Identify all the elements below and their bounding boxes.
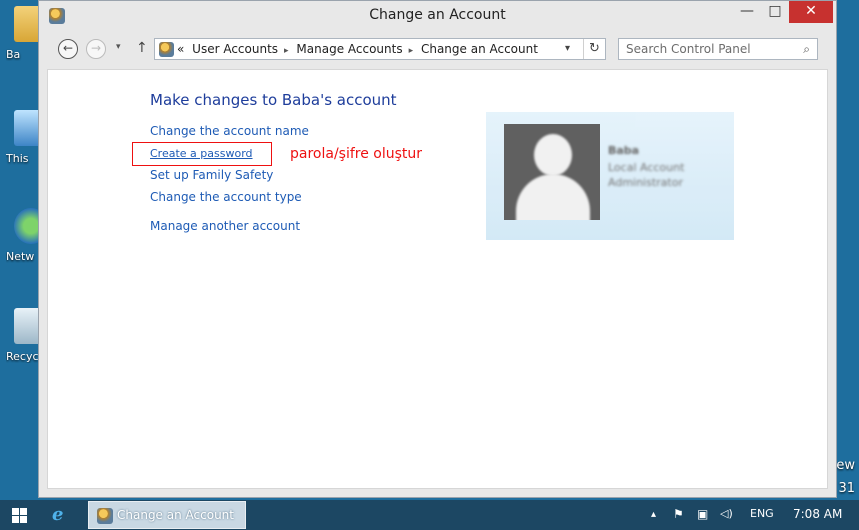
content-pane: Make changes to Baba's account Change th…: [47, 69, 828, 489]
maximize-button[interactable]: □: [761, 1, 789, 23]
show-hidden-icons-button[interactable]: ▴: [651, 509, 656, 520]
search-input[interactable]: Search Control Panel ⌕: [618, 38, 818, 60]
page-title: Make changes to Baba's account: [150, 91, 397, 109]
refresh-button[interactable]: ↻: [583, 39, 600, 59]
close-button[interactable]: ✕: [789, 1, 833, 23]
navigation-bar: ← → ▾ ↑ « User Accounts ▸ Manage Accounts…: [46, 35, 829, 63]
highlight-box: [132, 142, 272, 166]
account-name: Baba: [608, 144, 640, 157]
breadcrumb-separator[interactable]: ▸: [284, 46, 289, 56]
breadcrumb-user-accounts[interactable]: User Accounts: [192, 42, 278, 56]
taskbar-item-label: Change an Account: [117, 508, 234, 522]
input-language-indicator[interactable]: ENG: [750, 507, 774, 520]
breadcrumb: « User Accounts ▸ Manage Accounts ▸ Change…: [177, 39, 542, 61]
desktop-text-fragment: 31: [838, 481, 855, 496]
forward-button[interactable]: →: [86, 39, 106, 59]
user-accounts-icon: [97, 508, 113, 524]
annotation-text: parola/şifre oluştur: [290, 146, 423, 162]
volume-icon[interactable]: ◁): [720, 507, 733, 520]
desktop-text-fragment: ew: [836, 458, 855, 473]
search-placeholder: Search Control Panel: [626, 42, 751, 56]
start-button[interactable]: [12, 508, 27, 523]
breadcrumb-change-account[interactable]: Change an Account: [421, 42, 538, 56]
account-type-label: Local Account: [608, 161, 685, 174]
manage-another-account-link[interactable]: Manage another account: [150, 219, 300, 233]
family-safety-link[interactable]: Set up Family Safety: [150, 168, 273, 182]
recent-locations-dropdown[interactable]: ▾: [116, 42, 121, 52]
breadcrumb-manage-accounts[interactable]: Manage Accounts: [296, 42, 402, 56]
back-button[interactable]: ←: [58, 39, 78, 59]
title-bar[interactable]: Change an Account — □ ✕: [39, 1, 836, 31]
action-center-flag-icon[interactable]: ⚑: [673, 507, 684, 521]
breadcrumb-overflow[interactable]: «: [177, 42, 184, 56]
clock[interactable]: 7:08 AM: [793, 507, 842, 521]
network-icon[interactable]: ▣: [697, 507, 708, 521]
account-privilege-label: Administrator: [608, 176, 683, 189]
control-panel-icon: [159, 42, 174, 57]
account-role: Local Account Administrator: [608, 160, 684, 190]
breadcrumb-separator[interactable]: ▸: [409, 46, 414, 56]
search-icon[interactable]: ⌕: [803, 39, 810, 59]
window-title: Change an Account: [369, 7, 506, 23]
change-account-name-link[interactable]: Change the account name: [150, 124, 309, 138]
address-dropdown-button[interactable]: ▾: [565, 39, 570, 59]
change-account-type-link[interactable]: Change the account type: [150, 190, 302, 204]
user-avatar-icon: [504, 124, 600, 220]
taskbar-item-change-account[interactable]: Change an Account: [88, 501, 246, 529]
address-bar[interactable]: « User Accounts ▸ Manage Accounts ▸ Change…: [154, 38, 606, 60]
change-account-window: Change an Account — □ ✕ ← → ▾ ↑ « User A…: [38, 0, 837, 498]
account-tile: Baba Local Account Administrator: [486, 112, 734, 240]
minimize-button[interactable]: —: [733, 1, 761, 23]
internet-explorer-icon[interactable]: e: [52, 504, 63, 525]
up-button[interactable]: ↑: [136, 40, 148, 56]
taskbar: e Change an Account ▴ ⚑ ▣ ◁) ENG 7:08 AM: [0, 500, 859, 530]
